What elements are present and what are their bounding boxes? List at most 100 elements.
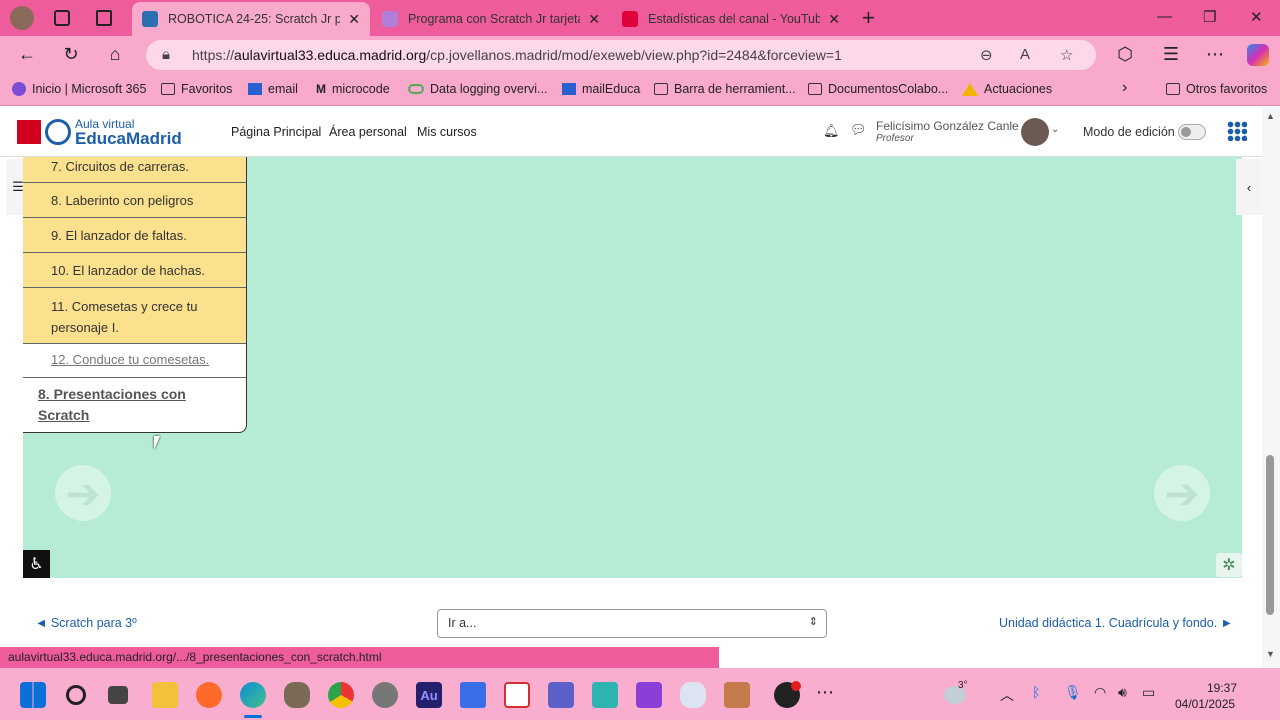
close-window-button[interactable]: ✕ (1250, 8, 1263, 26)
address-bar[interactable]: 🔒︎ https://aulavirtual33.educa.madrid.or… (146, 40, 1096, 70)
more-menu-icon[interactable]: ⋯ (1204, 44, 1226, 65)
mail-icon (562, 83, 576, 95)
workspaces-icon[interactable] (54, 10, 70, 26)
search-icon[interactable] (66, 685, 86, 705)
favorite-star-icon[interactable]: ☆ (1060, 46, 1073, 64)
edge-icon[interactable] (240, 682, 266, 708)
audition-icon[interactable]: Au (416, 682, 442, 708)
extensions-icon[interactable]: ⬡ (1114, 44, 1136, 65)
nav-mis-cursos[interactable]: Mis cursos (417, 125, 477, 139)
site-info-icon[interactable]: 🔒︎ (162, 46, 170, 63)
logo-line2[interactable]: EducaMadrid (75, 129, 182, 149)
toc-item[interactable]: 9. El lanzador de faltas. (23, 218, 246, 253)
chrome-icon[interactable] (328, 682, 354, 708)
exe-content-stage: 7. Circuitos de carreras. 8. Laberinto c… (23, 157, 1242, 578)
clock-date[interactable]: 04/01/2025 (1175, 697, 1235, 711)
close-tab-icon[interactable]: ✕ (828, 11, 840, 28)
tab-youtube-stats[interactable]: Estadísticas del canal - YouTube St ✕ (612, 2, 850, 36)
file-explorer-icon[interactable] (152, 682, 178, 708)
bookmark-email[interactable]: email (248, 82, 298, 96)
tray-expand-chevron-icon[interactable]: ︿ (1000, 685, 1014, 705)
scroll-down-icon[interactable]: ▼ (1266, 649, 1275, 659)
ghost-app-icon[interactable] (680, 682, 706, 708)
close-tab-icon[interactable]: ✕ (348, 11, 360, 28)
page-content: ☰ 7. Circuitos de carreras. 8. Laberinto… (0, 157, 1262, 667)
scroll-up-icon[interactable]: ▲ (1266, 111, 1275, 121)
copilot-icon[interactable] (1247, 44, 1269, 66)
url-domain: aulavirtual33.educa.madrid.org (234, 47, 427, 63)
minimize-button[interactable]: — (1157, 8, 1172, 25)
gimp-icon[interactable] (284, 682, 310, 708)
next-page-arrow-icon[interactable]: ➔ (1154, 465, 1210, 521)
favorites-icon[interactable]: ☰ (1160, 44, 1182, 65)
tool-app-icon[interactable] (724, 682, 750, 708)
bookmark-otros-favoritos[interactable]: Otros favoritos (1166, 82, 1267, 96)
back-button[interactable]: ← (16, 44, 38, 65)
toc-item[interactable]: 10. El lanzador de hachas. (23, 253, 246, 288)
tab-programa-scratch[interactable]: Programa con Scratch Jr tarjetas d ✕ (372, 2, 610, 36)
bookmark-actuaciones[interactable]: Actuaciones (962, 82, 1052, 96)
bookmark-barra-herramientas[interactable]: Barra de herramient... (654, 82, 796, 96)
messages-icon[interactable]: 💬︎ (850, 122, 867, 138)
toc-item-current[interactable]: 12. Conduce tu comesetas. (23, 344, 246, 378)
user-menu-chevron-icon[interactable]: ⌄ (1051, 124, 1059, 135)
next-activity-link[interactable]: Unidad didáctica 1. Cuadrícula y fondo. … (999, 616, 1233, 630)
nav-pagina-principal[interactable]: Página Principal (231, 125, 321, 139)
scrollbar-thumb[interactable] (1266, 455, 1274, 615)
bookmark-microsoft365[interactable]: Inicio | Microsoft 365 (12, 82, 146, 96)
user-avatar[interactable] (1021, 118, 1049, 146)
teams-icon[interactable] (548, 682, 574, 708)
comunidad-madrid-logo[interactable] (17, 120, 41, 144)
tab-robotica[interactable]: ROBOTICA 24-25: Scratch Jr para ✕ (132, 2, 370, 36)
tab-actions-icon[interactable] (96, 10, 112, 26)
page-scrollbar[interactable]: ▲ ▼ (1262, 107, 1280, 668)
toc-section-current[interactable]: 8. Presentaciones con Scratch (38, 384, 228, 426)
onenote-like-icon[interactable] (636, 682, 662, 708)
app-doc-icon[interactable] (504, 682, 530, 708)
folder-icon (808, 83, 822, 95)
reload-button[interactable]: ↻ (60, 44, 82, 65)
notifications-bell-icon[interactable]: 🔔︎ (823, 123, 840, 139)
browser-titlebar: ROBOTICA 24-25: Scratch Jr para ✕ Progra… (0, 0, 1280, 36)
volume-icon[interactable]: 🔊︎ (1118, 684, 1127, 701)
apps-grid-icon[interactable] (1227, 121, 1247, 141)
bookmark-data-logging[interactable]: Data logging overvi... (408, 82, 547, 96)
bookmark-documentos[interactable]: DocumentosColabo... (808, 82, 948, 96)
power-automate-icon[interactable] (460, 682, 486, 708)
bluetooth-icon[interactable]: ᛒ (1032, 684, 1040, 700)
start-windows-icon[interactable] (20, 682, 46, 708)
profile-avatar[interactable] (10, 6, 34, 30)
read-aloud-icon[interactable]: A (1020, 46, 1030, 63)
taskbar-overflow-icon[interactable]: ⋯ (816, 682, 834, 703)
nav-area-personal[interactable]: Área personal (329, 125, 407, 139)
exe-tool-icon[interactable]: ✲ (1216, 553, 1242, 577)
drawer-collapse-chevron-icon[interactable]: ‹ (1236, 159, 1262, 215)
toc-item[interactable]: 8. Laberinto con peligros (23, 183, 246, 218)
bookmark-microcode[interactable]: Mmicrocode (316, 82, 390, 96)
firefox-icon[interactable] (196, 682, 222, 708)
toc-item[interactable]: 11. Comesetas y crece tu personaje I. (23, 288, 246, 344)
new-tab-button[interactable]: + (862, 5, 875, 31)
bookmarks-overflow-chevron-icon[interactable]: › (1122, 79, 1127, 97)
browser-toolbar: ← ↻ ⌂ 🔒︎ https://aulavirtual33.educa.mad… (0, 36, 1280, 74)
settings-gear-icon[interactable] (372, 682, 398, 708)
previous-page-arrow-icon[interactable]: ➔ (55, 465, 111, 521)
toc-item[interactable]: 7. Circuitos de carreras. (23, 157, 246, 183)
restore-button[interactable]: ❐ (1203, 8, 1216, 26)
jump-to-select[interactable]: Ir a... ⇕ (437, 609, 827, 638)
prev-activity-link[interactable]: ◄ Scratch para 3º (35, 616, 137, 630)
microphone-icon[interactable]: 🎙︎ (1064, 684, 1082, 701)
edit-mode-toggle[interactable] (1178, 124, 1206, 140)
zoom-icon[interactable]: ⊖ (980, 46, 993, 64)
wifi-icon[interactable]: ◠ (1094, 684, 1106, 701)
home-button[interactable]: ⌂ (104, 44, 126, 65)
user-name[interactable]: Felicísimo González Canle (876, 119, 1019, 133)
bookmark-maileduca[interactable]: mailEduca (562, 82, 640, 96)
bookmark-favoritos[interactable]: Favoritos (161, 82, 232, 96)
educa-app-icon[interactable] (592, 682, 618, 708)
close-tab-icon[interactable]: ✕ (588, 11, 600, 28)
task-view-icon[interactable] (108, 686, 128, 704)
battery-icon[interactable]: ▭ (1142, 684, 1155, 701)
clock-time[interactable]: 19:37 (1207, 681, 1237, 695)
accessibility-icon[interactable]: ♿︎ (23, 550, 50, 578)
